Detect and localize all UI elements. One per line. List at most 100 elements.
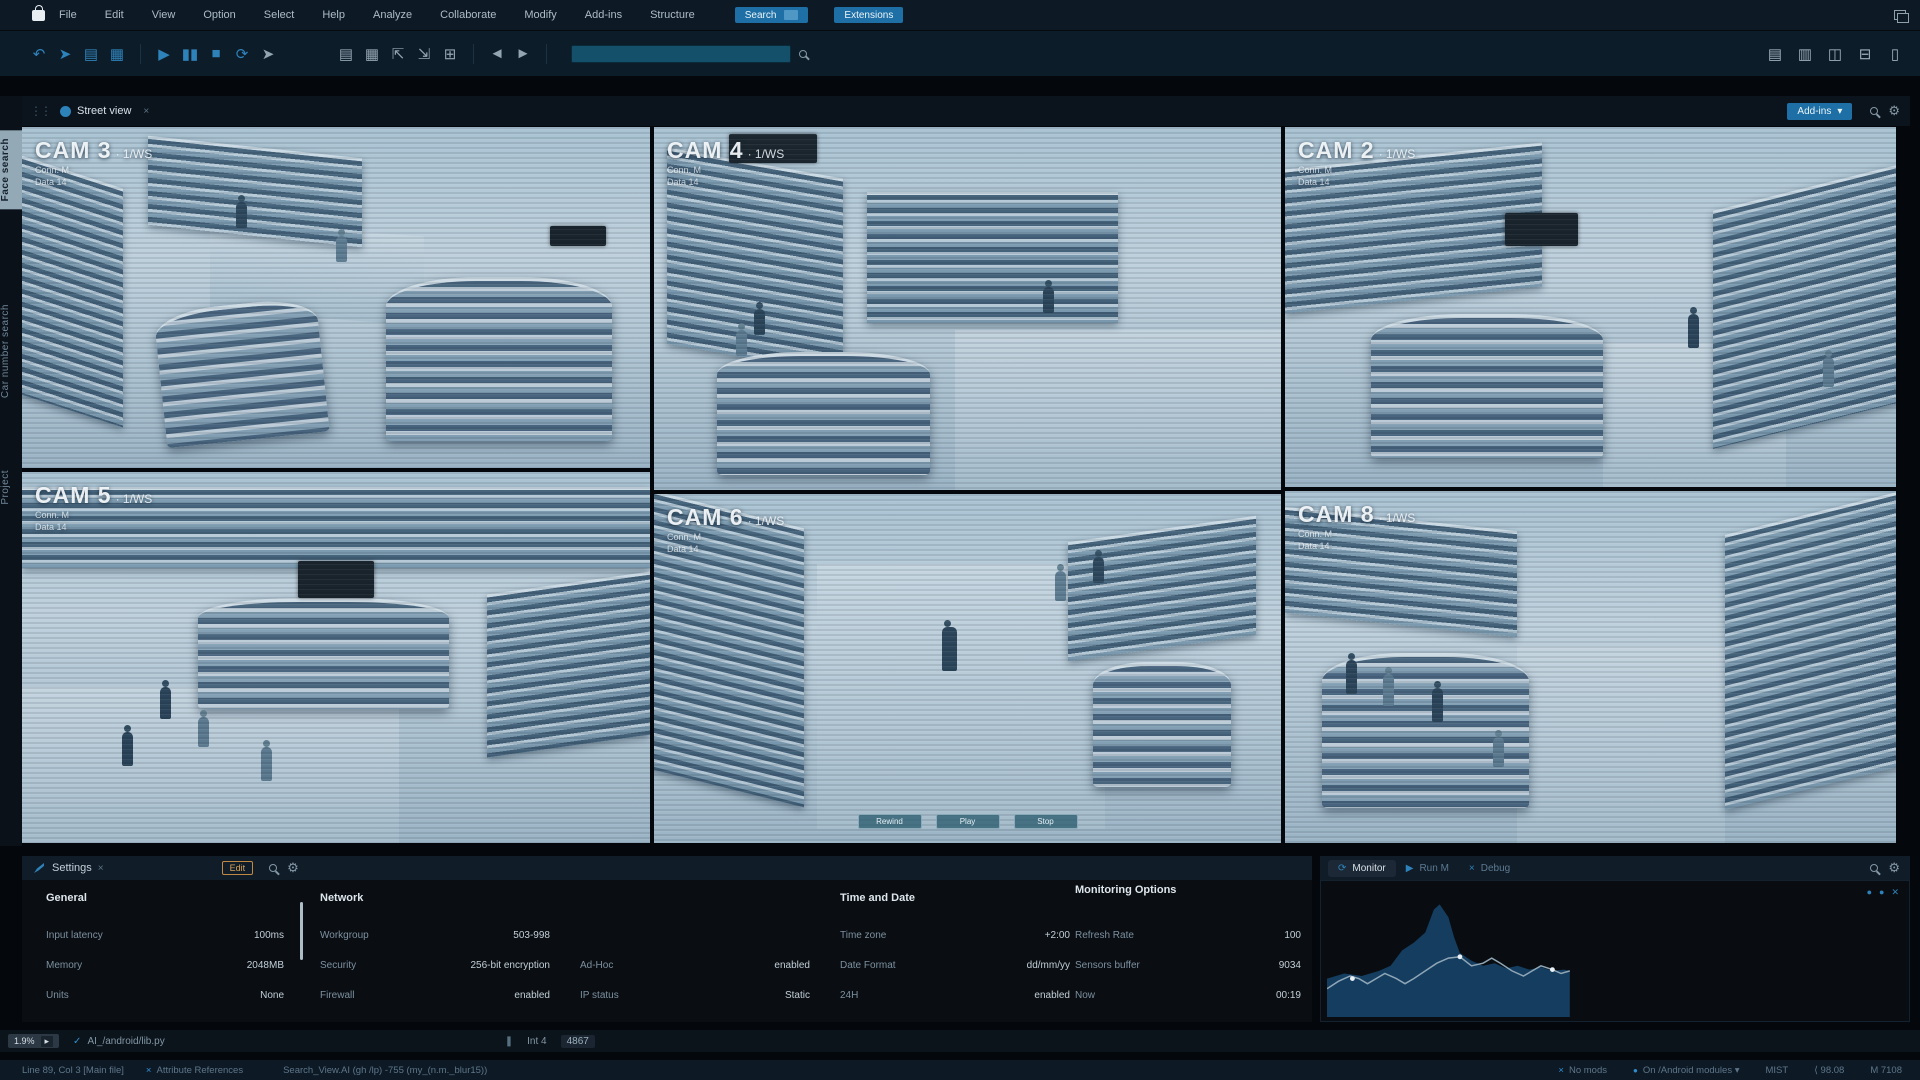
close-icon[interactable]: × <box>143 106 149 117</box>
active-script-path[interactable]: AI_/android/lib.py <box>87 1036 164 1047</box>
menu-analyze[interactable]: Analyze <box>359 9 426 21</box>
menu-add-ins[interactable]: Add-ins <box>571 9 636 21</box>
nav-right-icon[interactable]: ► <box>510 45 536 62</box>
android-modules-indicator[interactable]: ● On /Android modules ▾ <box>1633 1065 1740 1076</box>
close-icon[interactable]: × <box>98 863 104 874</box>
window-layout-icon[interactable]: ▦ <box>104 45 130 63</box>
split-horizontal-icon[interactable]: ◫ <box>1824 45 1846 63</box>
search-button[interactable]: Search <box>735 7 809 23</box>
menu-modify[interactable]: Modify <box>510 9 570 21</box>
nav-left-icon[interactable]: ◄ <box>484 45 510 62</box>
search-icon[interactable] <box>1870 864 1878 872</box>
setting-value[interactable]: 503-998 <box>513 930 550 941</box>
extensions-button[interactable]: Extensions <box>834 7 903 23</box>
camera-feed-cam8[interactable]: CAM 8· 1/WS Conn. M Data 14 <box>1285 491 1896 843</box>
menu-structure[interactable]: Structure <box>636 9 709 21</box>
setting-value[interactable]: enabled <box>774 960 810 971</box>
split-vertical-icon[interactable]: ⊟ <box>1854 45 1876 63</box>
stop-icon[interactable]: ■ <box>203 45 229 62</box>
camera-name: CAM 4 <box>667 137 744 163</box>
camera-feed-cam6[interactable]: CAM 6· 1/WS Conn. M Data 14 Rewind Play … <box>654 494 1281 843</box>
progress-badge[interactable]: 1.9% ▸ <box>8 1034 59 1048</box>
select-arrow-icon[interactable]: ➤ <box>255 45 281 63</box>
setting-value[interactable]: Static <box>785 990 810 1001</box>
camera-label: CAM 6· 1/WS Conn. M Data 14 <box>667 504 784 555</box>
menu-collaborate[interactable]: Collaborate <box>426 9 510 21</box>
tab-monitor[interactable]: ⟳ Monitor <box>1328 860 1396 877</box>
setting-value[interactable]: 100ms <box>254 930 284 941</box>
play-button[interactable]: Play <box>936 814 1000 829</box>
tab-debug[interactable]: × Debug <box>1459 860 1520 877</box>
menu-file[interactable]: File <box>45 9 91 21</box>
window-restore-icon[interactable] <box>1894 10 1906 20</box>
setting-label: Units <box>46 990 69 1001</box>
no-mods-indicator[interactable]: × No mods <box>1558 1065 1607 1076</box>
sidebar-item-project[interactable]: Project <box>0 462 22 513</box>
play-icon[interactable]: ▶ <box>151 45 177 63</box>
print-icon[interactable]: ▤ <box>1764 45 1786 63</box>
setting-value[interactable]: 256-bit encryption <box>471 960 551 971</box>
search-icon[interactable] <box>269 864 277 872</box>
menu-select[interactable]: Select <box>250 9 309 21</box>
camera-feed-cam4[interactable]: CAM 4· 1/WS Conn. M Data 14 <box>654 127 1281 490</box>
setting-value[interactable]: enabled <box>1034 990 1070 1001</box>
camera-feed-cam2[interactable]: CAM 2· 1/WS Conn. M Data 14 <box>1285 127 1896 487</box>
setting-label: Memory <box>46 960 82 971</box>
settings-tab-label[interactable]: Settings <box>52 862 92 874</box>
camera-label: CAM 2· 1/WS Conn. M Data 14 <box>1298 137 1415 188</box>
shelf-gondola <box>717 352 930 475</box>
gear-icon[interactable]: ⚙ <box>287 860 299 876</box>
undo-icon[interactable]: ↶ <box>26 45 52 63</box>
menu-view[interactable]: View <box>138 9 190 21</box>
menu-help[interactable]: Help <box>308 9 359 21</box>
export-icon[interactable]: ⊞ <box>437 45 463 63</box>
person <box>198 717 209 747</box>
camera-sub2: Data 14 <box>35 176 152 188</box>
gear-icon[interactable]: ⚙ <box>1888 860 1900 876</box>
setting-value[interactable]: None <box>260 990 284 1001</box>
addins-dropdown-button[interactable]: Add-ins ▾ <box>1787 103 1852 120</box>
menu-edit[interactable]: Edit <box>91 9 138 21</box>
import-icon[interactable]: ⇱ <box>385 45 411 63</box>
camera-feed-cam3[interactable]: CAM 3· 1/WS Conn. M Data 14 <box>22 127 650 468</box>
edit-badge[interactable]: Edit <box>222 861 254 875</box>
scrollbar[interactable] <box>300 902 303 960</box>
sync-icon[interactable]: ⟳ <box>229 45 255 63</box>
import-alt-icon[interactable]: ⇲ <box>411 45 437 63</box>
setting-value[interactable]: dd/mm/yy <box>1027 960 1070 971</box>
toolbar-search-input[interactable] <box>571 45 791 63</box>
grid-icon[interactable]: ▦ <box>359 45 385 63</box>
setting-value[interactable]: enabled <box>514 990 550 1001</box>
rewind-button[interactable]: Rewind <box>858 814 922 829</box>
trash-icon[interactable]: ▯ <box>1884 45 1906 63</box>
cursor-icon[interactable]: ➤ <box>52 45 78 63</box>
cursor-position: Line 89, Col 3 [Main file] <box>22 1065 124 1076</box>
setting-value[interactable]: 2048MB <box>247 960 284 971</box>
setting-value[interactable]: 100 <box>1284 930 1301 941</box>
setting-value[interactable]: 9034 <box>1279 960 1301 971</box>
stop-button[interactable]: Stop <box>1014 814 1078 829</box>
tab-street-view[interactable]: Street view × <box>60 105 149 117</box>
toolbar: ↶ ➤ ▤ ▦ ▶ ▮▮ ■ ⟳ ➤ ▤ ▦ ⇱ ⇲ ⊞ ◄ ► ▤ ▥ ◫ ⊟… <box>0 30 1920 76</box>
sidebar-item-car-number-search[interactable]: Car number search <box>0 296 22 406</box>
print-add-icon[interactable]: ▥ <box>1794 45 1816 63</box>
drag-grip-icon[interactable]: ⋮⋮ <box>30 104 50 118</box>
setting-label: Firewall <box>320 990 354 1001</box>
status-dot-icon[interactable]: ● <box>1879 887 1884 898</box>
tab-run[interactable]: ▶ Run M <box>1396 860 1459 877</box>
search-icon[interactable] <box>799 50 807 58</box>
attribute-references[interactable]: × Attribute References <box>146 1065 243 1076</box>
sidebar-item-face-search[interactable]: Face search <box>0 130 22 209</box>
settings-column-time-date: Time and Date Time zone+2:00 Date Format… <box>840 892 1070 1012</box>
status-dot-icon[interactable]: ● <box>1867 887 1872 898</box>
device-icon[interactable]: ▤ <box>333 45 359 63</box>
setting-value[interactable]: +2:00 <box>1045 930 1070 941</box>
camera-feed-cam5[interactable]: CAM 5· 1/WS Conn. M Data 14 <box>22 472 650 843</box>
setting-value[interactable]: 00:19 <box>1276 990 1301 1001</box>
pause-icon[interactable]: ▮▮ <box>177 45 203 63</box>
search-icon[interactable] <box>1870 107 1878 115</box>
save-icon[interactable]: ▤ <box>78 45 104 63</box>
gear-icon[interactable]: ⚙ <box>1888 103 1900 119</box>
close-icon[interactable]: ✕ <box>1891 887 1899 898</box>
menu-option[interactable]: Option <box>189 9 249 21</box>
